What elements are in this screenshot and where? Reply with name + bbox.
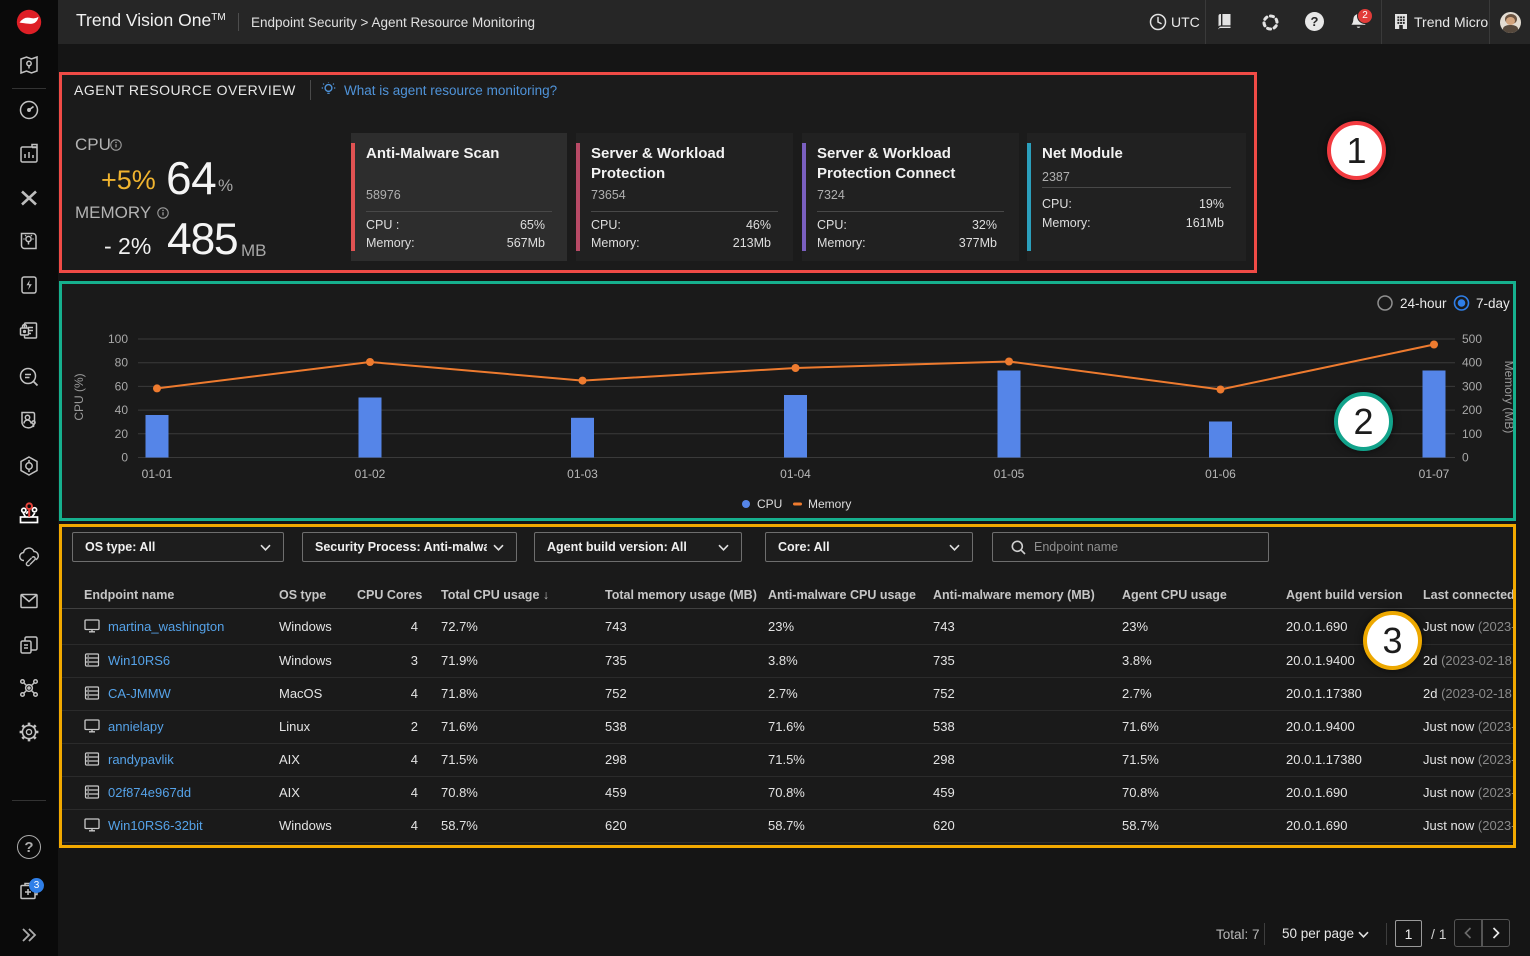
svg-text:20: 20 — [115, 427, 129, 441]
svg-text:200: 200 — [1462, 403, 1482, 417]
svg-text:24-hour: 24-hour — [1400, 296, 1447, 311]
svg-text:60: 60 — [115, 379, 129, 393]
svg-text:7-day: 7-day — [1476, 296, 1510, 311]
svg-text:Memory: Memory — [808, 497, 851, 511]
svg-text:Memory (MB): Memory (MB) — [1502, 361, 1513, 434]
svg-text:01-04: 01-04 — [780, 467, 811, 481]
svg-text:01-01: 01-01 — [142, 467, 173, 481]
svg-text:400: 400 — [1462, 356, 1482, 370]
svg-text:500: 500 — [1462, 332, 1482, 346]
svg-text:40: 40 — [115, 403, 129, 417]
svg-text:100: 100 — [108, 332, 128, 346]
svg-text:0: 0 — [1462, 451, 1469, 465]
svg-text:01-07: 01-07 — [1419, 467, 1450, 481]
svg-text:100: 100 — [1462, 427, 1482, 441]
svg-text:01-02: 01-02 — [355, 467, 386, 481]
svg-text:01-06: 01-06 — [1205, 467, 1236, 481]
svg-text:01-05: 01-05 — [994, 467, 1025, 481]
svg-text:80: 80 — [115, 356, 129, 370]
svg-text:CPU: CPU — [757, 497, 782, 511]
svg-text:0: 0 — [121, 451, 128, 465]
svg-text:01-03: 01-03 — [567, 467, 598, 481]
svg-text:300: 300 — [1462, 379, 1482, 393]
svg-text:CPU (%): CPU (%) — [72, 373, 86, 420]
